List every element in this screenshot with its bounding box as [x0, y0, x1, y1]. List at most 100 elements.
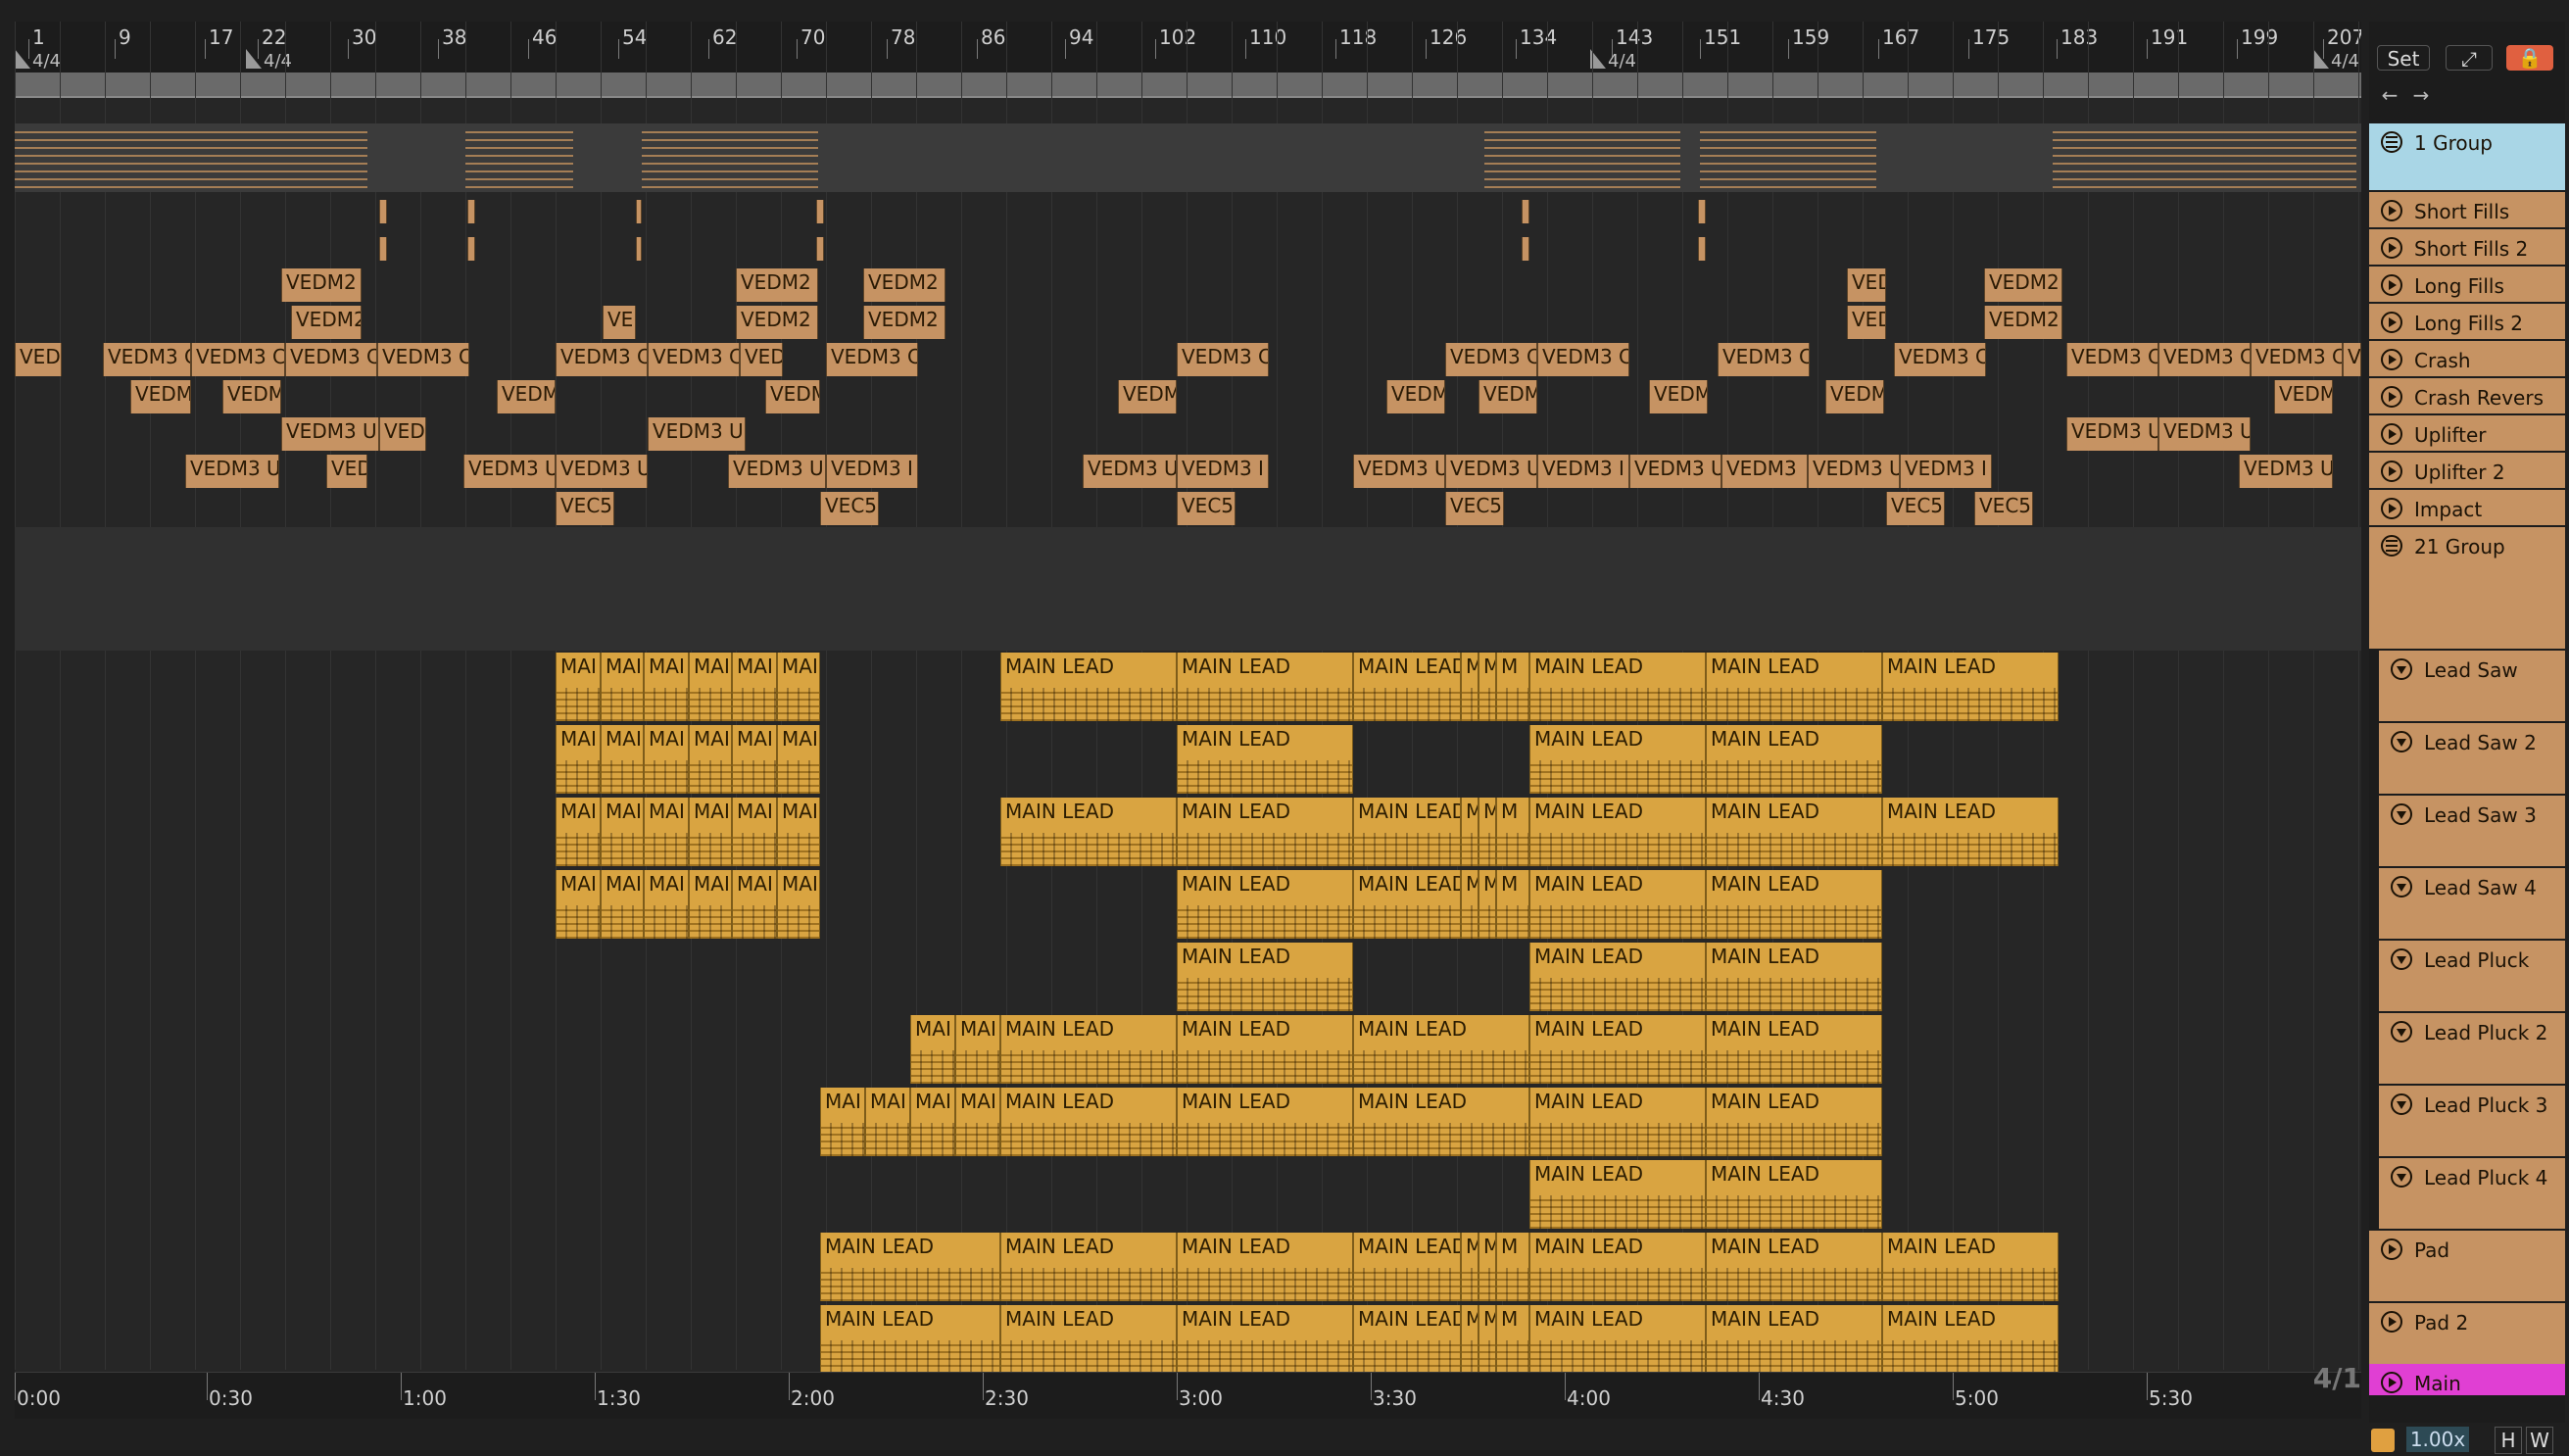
- track-header-lead-saw-3[interactable]: Lead Saw 3: [2379, 796, 2565, 868]
- clip[interactable]: VEC5: [556, 492, 614, 525]
- clip[interactable]: MAIN LEAD: [1000, 1015, 1177, 1084]
- clip[interactable]: VEDM3 Up: [648, 417, 746, 451]
- arrangement-overview-icon[interactable]: [2371, 1429, 2395, 1452]
- clip[interactable]: VEDM3 C: [1718, 343, 1810, 376]
- clip[interactable]: MAIN LEAD: [1177, 1305, 1353, 1374]
- back-arrow-icon[interactable]: ←: [2377, 82, 2402, 108]
- clip[interactable]: VEDM3 U: [1629, 455, 1721, 488]
- clip[interactable]: MAIN LEAD: [820, 1305, 1000, 1374]
- clip[interactable]: VE: [2343, 343, 2361, 376]
- clip[interactable]: VEDM3 I: [1900, 455, 1992, 488]
- clip[interactable]: MAIN LEAD: [1529, 943, 1706, 1011]
- clip[interactable]: MAIN LEAD: [1882, 798, 2059, 866]
- clip[interactable]: MAIN LEAD: [820, 1233, 1000, 1301]
- clip[interactable]: M: [1461, 1305, 1478, 1374]
- clip[interactable]: [467, 200, 475, 223]
- clip[interactable]: VEDM3 C: [826, 343, 918, 376]
- clip[interactable]: VEDM: [130, 380, 191, 413]
- clip[interactable]: MAIN LEAD: [1529, 1160, 1706, 1229]
- time-signature-marker[interactable]: [15, 49, 30, 69]
- clip[interactable]: VEDM: [222, 380, 281, 413]
- clip[interactable]: MAIN LEAD: [1353, 798, 1461, 866]
- track-header-long-fills-2[interactable]: Long Fills 2: [2369, 304, 2565, 341]
- clip[interactable]: M: [1496, 1233, 1529, 1301]
- play-icon[interactable]: [2381, 461, 2402, 482]
- clip[interactable]: MAIN LEAD: [1706, 943, 1882, 1011]
- clip[interactable]: VEDM3 C: [1177, 343, 1269, 376]
- lock-icon[interactable]: 🔒: [2506, 45, 2553, 71]
- clip[interactable]: VEDM3 C: [556, 343, 648, 376]
- track-header-lead-pluck-3[interactable]: Lead Pluck 3: [2379, 1086, 2565, 1158]
- clip[interactable]: MAIN LEAD: [1706, 1160, 1882, 1229]
- arrangement-area[interactable]: 1 9 17 22 30 38 46 54 62 70 78 86 94 102 110 118 126 134 1…: [15, 22, 2361, 1419]
- clip[interactable]: MAI: [644, 798, 689, 866]
- clip[interactable]: VEDM3 I: [1537, 455, 1629, 488]
- clip[interactable]: VEDM3 U: [1083, 455, 1177, 488]
- time-ruler[interactable]: 0:00 0:30 1:00 1:30 2:00 2:30 3:00 3:30 4:00 4:30…: [15, 1372, 2361, 1419]
- clip[interactable]: M: [1461, 798, 1478, 866]
- clip[interactable]: MAI: [732, 725, 777, 794]
- track-header-21-group[interactable]: 21 Group: [2369, 527, 2565, 651]
- clip[interactable]: MAIN LEAD: [1000, 653, 1177, 721]
- clip[interactable]: VEDM3 U: [556, 455, 648, 488]
- fold-icon[interactable]: [2391, 948, 2412, 970]
- clip[interactable]: MAIN LEAD: [1529, 1233, 1706, 1301]
- track-header-main[interactable]: Main: [2369, 1364, 2565, 1397]
- clip[interactable]: MAI: [689, 798, 732, 866]
- track-header-uplifter-2[interactable]: Uplifter 2: [2369, 453, 2565, 490]
- clip[interactable]: VEDM3 U: [463, 455, 556, 488]
- clip[interactable]: VEC5: [820, 492, 879, 525]
- clip[interactable]: MAIN LEAD: [1529, 870, 1706, 939]
- clip[interactable]: M: [1461, 653, 1478, 721]
- clip[interactable]: [1698, 200, 1706, 223]
- clip[interactable]: MAI: [601, 653, 644, 721]
- fold-icon[interactable]: [2391, 658, 2412, 680]
- clip[interactable]: MAIN LEAD: [1177, 943, 1353, 1011]
- clip[interactable]: VEDM3 U: [2239, 455, 2333, 488]
- track-header-uplifter[interactable]: Uplifter: [2369, 415, 2565, 453]
- clip[interactable]: VEDM: [2274, 380, 2333, 413]
- clip[interactable]: MAI: [556, 653, 601, 721]
- fold-icon[interactable]: [2391, 1166, 2412, 1188]
- clip[interactable]: MAI: [732, 798, 777, 866]
- clip[interactable]: VEDM3 U: [1353, 455, 1445, 488]
- clip[interactable]: VEDM3 U: [2158, 417, 2251, 451]
- track-header-long-fills[interactable]: Long Fills: [2369, 267, 2565, 304]
- bar-ruler[interactable]: 1 9 17 22 30 38 46 54 62 70 78 86 94 102 110 118 126 134 1…: [15, 22, 2361, 73]
- clip[interactable]: [1698, 237, 1706, 261]
- clip[interactable]: MAIN LEAD: [1353, 870, 1461, 939]
- clip[interactable]: MAIN LEAD: [1177, 1015, 1353, 1084]
- clip[interactable]: MAIN LEAD: [1706, 798, 1882, 866]
- clip[interactable]: MAI: [689, 870, 732, 939]
- clip[interactable]: VEDM3 C: [1445, 343, 1537, 376]
- clip[interactable]: MAI: [689, 725, 732, 794]
- set-button[interactable]: Set: [2377, 45, 2430, 71]
- clip[interactable]: MAIN LEAD: [1353, 1233, 1461, 1301]
- clip[interactable]: VEDM3 I: [826, 455, 918, 488]
- clip[interactable]: MAI: [644, 725, 689, 794]
- clip[interactable]: MAIN LEAD: [1177, 1088, 1353, 1156]
- clip[interactable]: MAIN LEAD: [1706, 1088, 1882, 1156]
- clip[interactable]: MAIN LEAD: [1529, 725, 1706, 794]
- clip[interactable]: VEDM: [1649, 380, 1708, 413]
- clip[interactable]: MAI: [777, 870, 820, 939]
- clip[interactable]: MAIN LEAD: [1000, 798, 1177, 866]
- clip[interactable]: M: [1496, 653, 1529, 721]
- clip[interactable]: MAIN LEAD: [1882, 653, 2059, 721]
- clip[interactable]: VEDM3 C: [1537, 343, 1629, 376]
- clip[interactable]: MAI: [777, 653, 820, 721]
- clip[interactable]: VEDM3 C: [377, 343, 469, 376]
- time-signature-marker[interactable]: [246, 49, 262, 69]
- clip[interactable]: [816, 200, 824, 223]
- clip[interactable]: VEDM: [1478, 380, 1537, 413]
- play-icon[interactable]: [2381, 1311, 2402, 1333]
- clip[interactable]: VEDM3 U: [1808, 455, 1900, 488]
- clip[interactable]: VEDM3 I: [1177, 455, 1269, 488]
- play-icon[interactable]: [2381, 1238, 2402, 1260]
- clip[interactable]: VEDM: [497, 380, 556, 413]
- track-header-1-group[interactable]: 1 Group: [2369, 123, 2565, 192]
- clip[interactable]: MAIN LEAD: [1177, 870, 1353, 939]
- clip[interactable]: VEDM3 C: [2158, 343, 2251, 376]
- clip[interactable]: MAI: [910, 1088, 955, 1156]
- play-icon[interactable]: [2381, 200, 2402, 221]
